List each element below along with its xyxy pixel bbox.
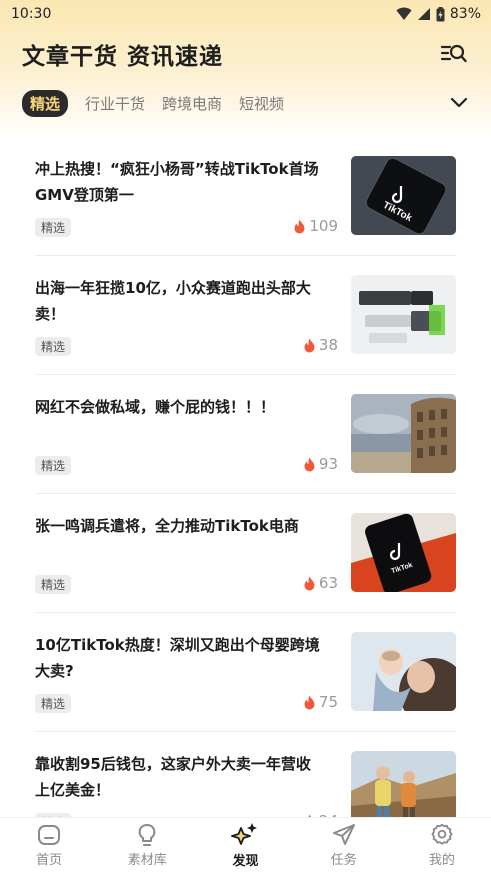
heat-count: 75	[318, 693, 338, 711]
nav-label: 任务	[330, 853, 357, 868]
article-heat: 75	[303, 693, 338, 711]
nav-tasks[interactable]: 任务	[304, 823, 384, 868]
flame-icon	[304, 338, 315, 352]
gear-icon	[431, 823, 453, 845]
heat-count: 109	[309, 217, 338, 235]
flame-icon	[304, 457, 315, 471]
heat-count: 38	[318, 336, 338, 354]
article-tag: 精选	[35, 218, 72, 237]
flame-icon	[304, 576, 315, 590]
article-heat: 109	[293, 217, 338, 235]
nav-profile[interactable]: 我的	[402, 823, 482, 868]
article-tag: 精选	[35, 337, 72, 356]
article-title: 靠收割95后钱包，这家户外大卖一年营收上亿美金！	[35, 755, 311, 799]
lightbulb-icon	[138, 824, 156, 846]
article-card[interactable]: 冲上热搜！“疯狂小杨哥”转战TikTok首场GMV登顶第一 精选 109 Tik…	[35, 137, 456, 256]
wifi-icon	[396, 7, 412, 20]
signal-icon	[417, 8, 430, 20]
article-card[interactable]: 10亿TikTok热度！深圳又跑出个母婴跨境大卖? 精选 75	[35, 613, 456, 732]
article-feed: 冲上热搜！“疯狂小杨哥”转战TikTok首场GMV登顶第一 精选 109 Tik…	[0, 137, 491, 817]
status-time: 10:30	[11, 6, 52, 22]
tabs-expand-button[interactable]	[447, 91, 471, 115]
nav-label: 素材库	[127, 853, 167, 868]
article-tag: 精选	[35, 694, 72, 713]
article-card[interactable]: 靠收割95后钱包，这家户外大卖一年营收上亿美金！ 精选 24	[35, 732, 456, 817]
article-title: 10亿TikTok热度！深圳又跑出个母婴跨境大卖?	[35, 636, 320, 680]
article-heat: 63	[303, 574, 338, 592]
flame-icon	[294, 219, 305, 233]
bottom-navigation: 首页 素材库 发现 任务 我的	[0, 817, 491, 873]
sparkle-icon	[231, 823, 258, 845]
article-thumbnail	[351, 394, 456, 473]
article-title: 网红不会做私域，赚个屁的钱！！！	[35, 398, 276, 416]
nav-home[interactable]: 首页	[9, 823, 89, 868]
article-title: 冲上热搜！“疯狂小杨哥”转战TikTok首场GMV登顶第一	[35, 160, 319, 204]
nav-discover[interactable]: 发现	[205, 822, 285, 869]
nav-materials[interactable]: 素材库	[107, 823, 187, 868]
category-tabs: 精选 行业干货 跨境电商 短视频	[0, 80, 491, 126]
nav-label: 发现	[232, 854, 259, 869]
tab-featured[interactable]: 精选	[22, 89, 69, 117]
article-thumbnail	[351, 275, 456, 354]
page-header: 文章干货 资讯速递	[0, 28, 491, 80]
status-bar: 10:30 83%	[0, 0, 491, 28]
battery-icon	[436, 6, 445, 21]
article-tag: 精选	[35, 456, 72, 475]
article-thumbnail: TikTok	[351, 513, 456, 592]
nav-label: 首页	[36, 853, 63, 868]
article-card[interactable]: 张一鸣调兵遣将，全力推动TikTok电商 精选 63 TikTok	[35, 494, 456, 613]
flame-icon	[304, 695, 315, 709]
article-card[interactable]: 网红不会做私域，赚个屁的钱！！！ 精选 93	[35, 375, 456, 494]
article-thumbnail: TikTok	[351, 156, 456, 235]
article-card[interactable]: 出海一年狂揽10亿，小众赛道跑出头部大卖！ 精选 38	[35, 256, 456, 375]
battery-percent: 83%	[449, 6, 481, 22]
chevron-down-icon	[450, 97, 468, 108]
paper-plane-icon	[332, 824, 355, 845]
article-heat: 93	[303, 455, 338, 473]
heat-count: 63	[318, 574, 338, 592]
article-thumbnail	[351, 751, 456, 817]
article-heat: 38	[303, 336, 338, 354]
article-title: 出海一年狂揽10亿，小众赛道跑出头部大卖！	[35, 279, 311, 323]
article-tag: 精选	[35, 575, 72, 594]
menu-search-button[interactable]	[439, 39, 469, 69]
tab-short-video[interactable]: 短视频	[239, 93, 284, 114]
heat-count: 93	[318, 455, 338, 473]
tab-cross-border[interactable]: 跨境电商	[162, 93, 222, 114]
home-icon	[38, 825, 61, 845]
tab-industry[interactable]: 行业干货	[85, 93, 145, 114]
page-title: 文章干货 资讯速递	[22, 44, 224, 70]
article-thumbnail	[351, 632, 456, 711]
nav-label: 我的	[428, 853, 455, 868]
article-title: 张一鸣调兵遣将，全力推动TikTok电商	[35, 517, 299, 535]
menu-search-icon	[441, 44, 467, 63]
status-icons: 83%	[396, 6, 481, 22]
